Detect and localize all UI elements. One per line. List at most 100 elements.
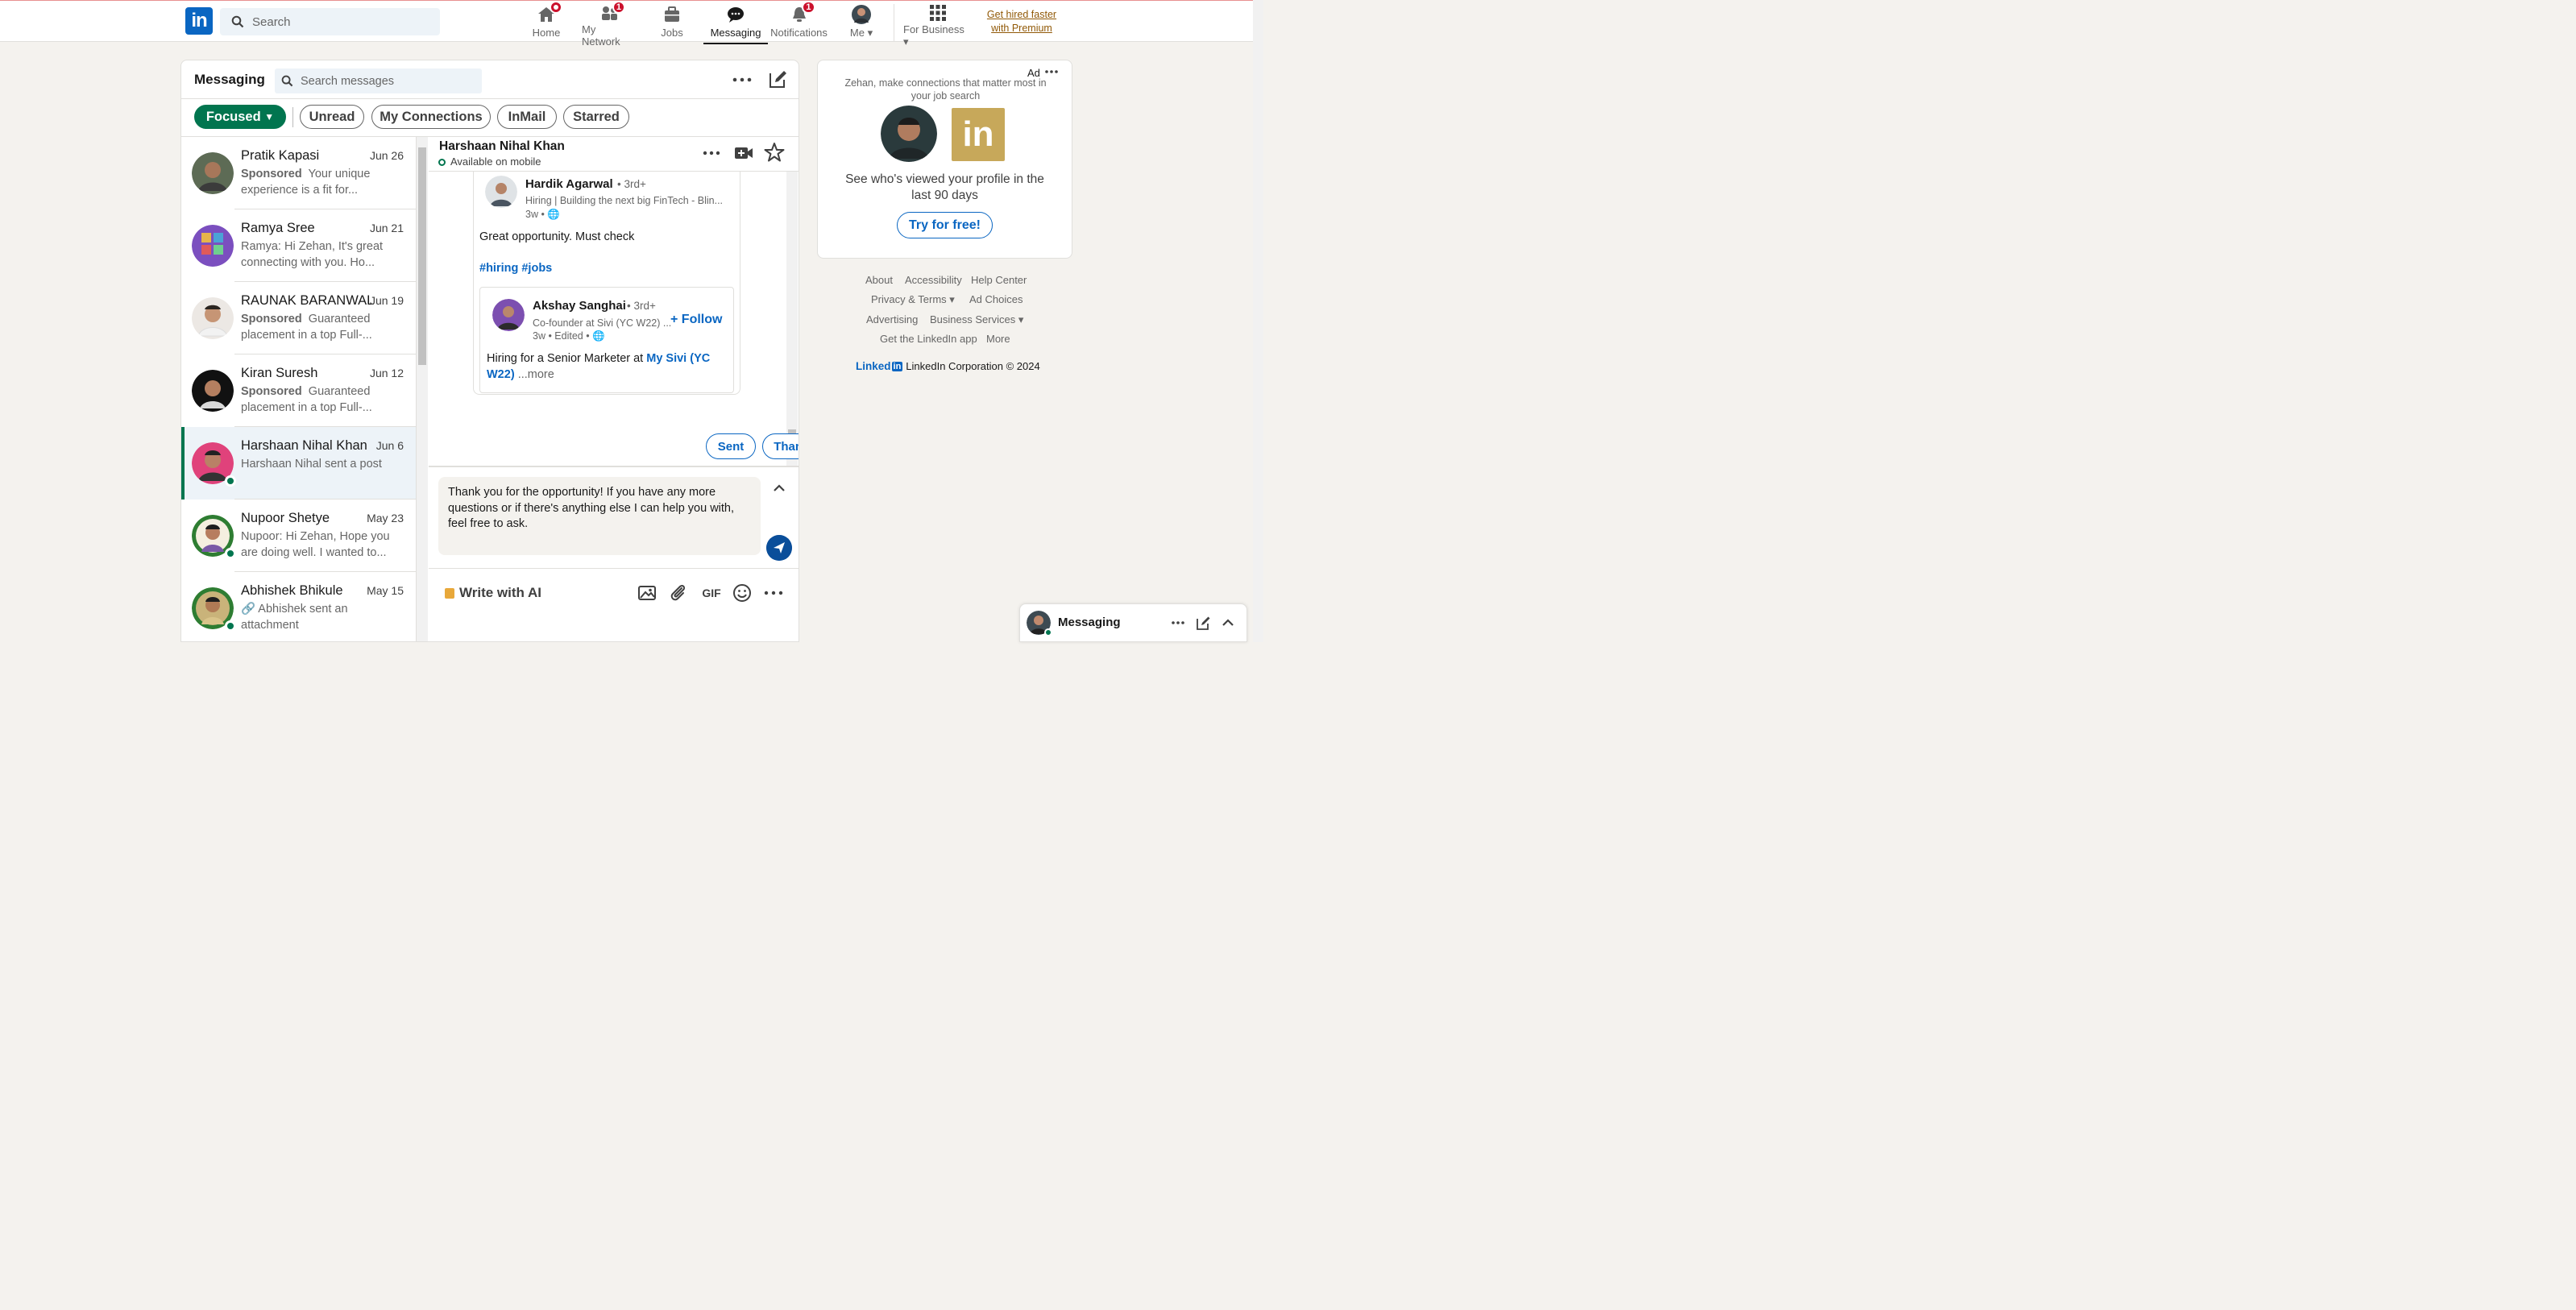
filter-focused[interactable]: Focused ▼ bbox=[194, 105, 286, 129]
conversation-item[interactable]: RAUNAK BARANWAL Jun 19 Sponsored Guarant… bbox=[181, 282, 416, 354]
avatar bbox=[852, 5, 871, 24]
nav-my-network-label: My Network bbox=[582, 23, 620, 48]
avatar bbox=[485, 176, 517, 208]
image-icon[interactable] bbox=[637, 582, 657, 603]
nav-home[interactable]: Home bbox=[529, 1, 563, 41]
conversation-header: Harshaan Nihal Khan Available on mobile bbox=[429, 137, 799, 172]
nav-my-network[interactable]: 1 My Network bbox=[582, 1, 637, 48]
ad-text: See who's viewed your profile in the las… bbox=[845, 172, 1044, 202]
footer-link-business-services[interactable]: Business Services ▾ bbox=[930, 313, 1023, 326]
star-icon[interactable] bbox=[764, 142, 785, 163]
footer-link-privacy-terms[interactable]: Privacy & Terms ▾ bbox=[871, 293, 955, 306]
conversation-name: Pratik Kapasi bbox=[241, 148, 320, 163]
see-more-link[interactable]: ...more bbox=[518, 368, 554, 381]
video-call-icon[interactable] bbox=[733, 143, 754, 163]
chevron-up-icon[interactable] bbox=[1220, 615, 1236, 631]
reshared-post-time: 3w • Edited • 🌐 bbox=[533, 330, 605, 342]
chevron-down-icon: ▾ bbox=[949, 293, 955, 305]
avatar bbox=[192, 297, 234, 339]
conversation-name: Abhishek Bhikule bbox=[241, 583, 343, 598]
more-options-icon[interactable] bbox=[731, 70, 753, 89]
notifications-badge: 1 bbox=[802, 1, 815, 14]
reshared-post-author-headline: Co-founder at Sivi (YC W22) ... bbox=[533, 317, 672, 329]
linkedin-wordmark-in: in bbox=[891, 361, 903, 371]
messaging-card: Messaging Search messages Focused ▼ Unre… bbox=[180, 60, 799, 642]
send-button[interactable] bbox=[766, 535, 792, 561]
post-author[interactable]: Hardik Agarwal bbox=[525, 177, 613, 191]
premium-link[interactable]: Get hired faster with Premium bbox=[985, 8, 1059, 35]
footer-link-help-center[interactable]: Help Center bbox=[971, 274, 1027, 286]
post-author-degree: • 3rd+ bbox=[617, 178, 646, 190]
reshared-post-author-degree: • 3rd+ bbox=[627, 300, 656, 312]
footer-link-more[interactable]: More bbox=[986, 333, 1010, 345]
conversation-item[interactable]: Ramya Sree Jun 21 Ramya: Hi Zehan, It's … bbox=[181, 209, 416, 282]
messaging-header: Messaging Search messages bbox=[181, 60, 799, 99]
conversation-contact-name[interactable]: Harshaan Nihal Khan bbox=[439, 139, 565, 154]
globe-icon: 🌐 bbox=[547, 209, 560, 220]
chevron-up-icon[interactable] bbox=[770, 479, 788, 497]
filter-my-connections[interactable]: My Connections bbox=[371, 105, 491, 129]
nav-home-label: Home bbox=[532, 27, 561, 39]
nav-messaging-label: Messaging bbox=[710, 27, 761, 39]
nav-jobs[interactable]: Jobs bbox=[659, 4, 685, 41]
footer-link-accessibility[interactable]: Accessibility bbox=[905, 274, 962, 286]
footer-link-ad-choices[interactable]: Ad Choices bbox=[969, 293, 1023, 305]
more-options-icon[interactable] bbox=[763, 582, 784, 603]
conversation-item[interactable]: Kiran Suresh Jun 12 Sponsored Guaranteed… bbox=[181, 354, 416, 427]
page-scrollbar[interactable] bbox=[1253, 0, 1263, 642]
more-options-icon[interactable] bbox=[1170, 616, 1186, 630]
messaging-widget[interactable]: Messaging bbox=[1019, 603, 1247, 642]
nav-messaging[interactable]: Messaging bbox=[703, 4, 768, 44]
compose-icon[interactable] bbox=[1196, 615, 1212, 631]
nav-me-label: Me ▾ bbox=[849, 27, 873, 39]
post-author-headline: Hiring | Building the next big FinTech -… bbox=[525, 195, 724, 206]
shared-post-card[interactable]: Hardik Agarwal • 3rd+ Hiring | Building … bbox=[473, 172, 740, 395]
avatar bbox=[192, 152, 234, 194]
post-hashtags[interactable]: #hiring #jobs bbox=[479, 262, 552, 275]
filter-starred[interactable]: Starred bbox=[563, 105, 629, 129]
nav-me[interactable]: Me ▾ bbox=[848, 4, 875, 41]
gif-button[interactable]: GIF bbox=[699, 582, 724, 603]
network-badge: 1 bbox=[612, 1, 625, 14]
footer-link-advertising[interactable]: Advertising bbox=[866, 313, 918, 325]
conversation-list-scroll-thumb[interactable] bbox=[418, 147, 426, 365]
avatar bbox=[881, 106, 937, 162]
conversation-item[interactable]: Pratik Kapasi Jun 26 Sponsored Your uniq… bbox=[181, 137, 416, 209]
nav-notifications[interactable]: 1 Notifications bbox=[770, 1, 828, 41]
try-for-free-button[interactable]: Try for free! bbox=[897, 212, 993, 238]
attachment-icon[interactable] bbox=[668, 582, 689, 603]
post-time: 3w • 🌐 bbox=[525, 209, 560, 220]
footer-link-about[interactable]: About bbox=[865, 274, 893, 286]
conversation-date: Jun 26 bbox=[369, 149, 404, 162]
nav-for-business[interactable]: For Business ▾ bbox=[903, 4, 973, 48]
briefcase-icon bbox=[665, 6, 679, 22]
avatar bbox=[192, 225, 234, 267]
nav-for-business-label: For Business ▾ bbox=[903, 23, 964, 48]
search-messages-input[interactable]: Search messages bbox=[275, 68, 482, 93]
reshared-post[interactable]: Akshay Sanghai • 3rd+ Co-founder at Sivi… bbox=[479, 287, 734, 393]
thread-scrollbar[interactable] bbox=[786, 172, 798, 466]
global-search-input[interactable]: Search bbox=[220, 8, 440, 35]
emoji-icon[interactable] bbox=[732, 582, 753, 603]
conversation-item-selected[interactable]: Harshaan Nihal Khan Jun 6 Harshaan Nihal… bbox=[181, 427, 416, 500]
top-nav: in Search Home 1 My Network Jobs Messagi… bbox=[0, 0, 1253, 48]
conversation-item[interactable]: Nupoor Shetye May 23 Nupoor: Hi Zehan, H… bbox=[181, 500, 416, 572]
conversation-snippet: Nupoor: Hi Zehan, Hope you are doing wel… bbox=[241, 530, 390, 559]
conversation-item[interactable]: Abhishek Bhikule May 15 🔗 Abhishek sent … bbox=[181, 572, 416, 641]
quick-reply-thanks[interactable]: Thanks bbox=[762, 433, 799, 459]
linkedin-premium-logo: in bbox=[952, 108, 1005, 161]
reshared-post-author[interactable]: Akshay Sanghai bbox=[533, 299, 626, 313]
footer-link-get-app[interactable]: Get the LinkedIn app bbox=[880, 333, 977, 345]
grid-icon bbox=[930, 5, 946, 21]
linkedin-logo[interactable]: in bbox=[185, 7, 213, 35]
filter-inmail[interactable]: InMail bbox=[497, 105, 557, 129]
more-options-icon[interactable] bbox=[701, 143, 722, 163]
follow-button[interactable]: + Follow bbox=[670, 313, 722, 327]
message-input[interactable]: Thank you for the opportunity! If you ha… bbox=[438, 477, 761, 555]
quick-reply-sent[interactable]: Sent bbox=[706, 433, 756, 459]
compose-icon[interactable] bbox=[768, 68, 789, 89]
ad-headline: Zehan, make connections that matter most… bbox=[844, 77, 1047, 102]
ad-card: Ad Zehan, make connections that matter m… bbox=[817, 60, 1072, 259]
write-with-ai-button[interactable]: Write with AI bbox=[445, 585, 541, 601]
filter-unread[interactable]: Unread bbox=[300, 105, 364, 129]
